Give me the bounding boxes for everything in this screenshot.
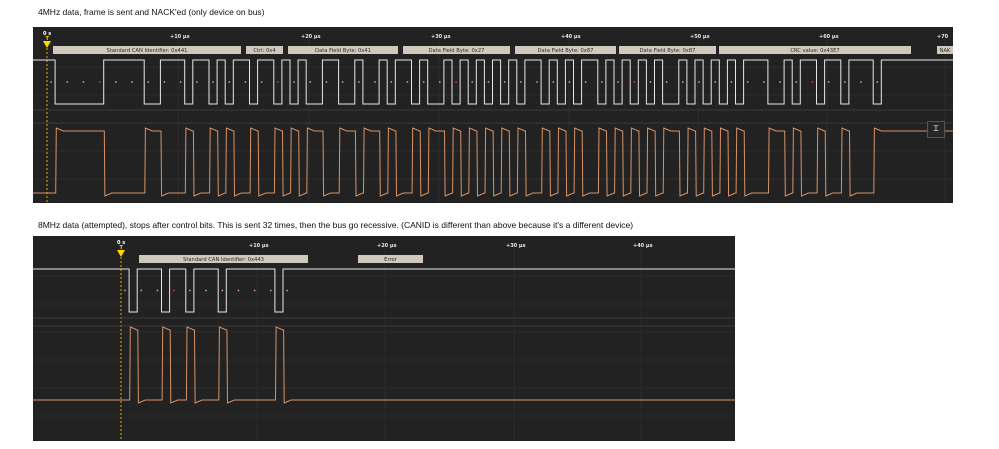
sample-point (795, 81, 798, 83)
trigger-label: T (46, 36, 50, 42)
sample-point (114, 81, 117, 83)
sample-point (584, 81, 587, 83)
sample-point (188, 289, 191, 292)
time-tick-label: +30 µs (431, 34, 451, 40)
sample-point (357, 81, 360, 83)
sample-point (422, 81, 425, 83)
sample-point (503, 81, 506, 83)
time-tick-label: +20 µs (301, 34, 321, 40)
sample-point (617, 81, 619, 83)
time-tick-label: +50 µs (690, 34, 710, 40)
sample-point (228, 81, 231, 83)
scope-capture-8mhz[interactable]: 0 s +10 µs +20 µs +30 µs +40 µs T Standard CAN… (33, 236, 735, 441)
protocol-annotation-label: Data Field Byte: 0x41 (315, 48, 371, 54)
caption-4mhz: 4MHz data, frame is sent and NACK'ed (on… (38, 7, 265, 17)
trigger-marker-icon (117, 250, 125, 257)
sample-point (244, 81, 247, 83)
sample-point (698, 81, 700, 83)
sample-point (827, 81, 830, 83)
sample-point (212, 81, 214, 83)
sample-point (876, 81, 879, 83)
sample-point (66, 81, 69, 83)
sample-point (163, 81, 166, 83)
time-tick-label: +10 µs (249, 243, 269, 249)
sample-point (471, 81, 474, 83)
cursor-tool-icon[interactable]: ⌶ (927, 121, 945, 138)
protocol-annotation-label: Standard CAN Identifier: 0x443 (183, 257, 264, 263)
sample-point (98, 81, 101, 83)
sample-point (714, 81, 717, 83)
time-tick-label: +40 µs (633, 243, 653, 249)
sample-point (730, 81, 733, 83)
sample-point (276, 81, 279, 83)
sample-point (269, 289, 272, 292)
sample-point (341, 81, 344, 83)
sample-point (860, 81, 862, 83)
sample-point (762, 81, 765, 83)
sample-point (131, 81, 133, 83)
scope-capture-4mhz[interactable]: 0 s +10 µs +20 µs +30 µs +40 µs +50 µs +60 µs +… (33, 27, 953, 203)
sample-point (455, 81, 457, 83)
sample-point (221, 289, 224, 292)
sample-point (519, 81, 522, 83)
protocol-annotation-label: Data Field Byte: 0x87 (538, 48, 594, 54)
protocol-annotation-label: Data Field Byte: 0x27 (429, 48, 485, 54)
sample-point (253, 289, 256, 292)
caption-8mhz: 8MHz data (attempted), stops after contr… (38, 220, 634, 230)
protocol-annotation-label: Data Field Byte: 0x87 (640, 48, 696, 54)
sample-point (600, 81, 603, 83)
protocol-annotation-label: Error (384, 257, 398, 263)
sample-point (50, 81, 52, 83)
sample-point (147, 81, 150, 83)
sample-point (82, 81, 85, 83)
trigger-marker-icon (43, 41, 51, 48)
time-tick-label: +70 (937, 34, 949, 40)
sample-point (374, 81, 376, 83)
waveform-view-4mhz[interactable]: 0 s +10 µs +20 µs +30 µs +40 µs +50 µs +60 µs +… (33, 27, 953, 203)
time-tick-label: +10 µs (170, 34, 190, 40)
sample-point (811, 81, 814, 83)
sample-point (140, 289, 143, 292)
sample-point (746, 81, 749, 83)
analog-trace (33, 127, 953, 197)
sample-point (124, 289, 126, 292)
waveform-view-8mhz[interactable]: 0 s +10 µs +20 µs +30 µs +40 µsTStandard CAN… (33, 236, 735, 441)
protocol-annotation-label: Ctrl: 0x4 (253, 48, 276, 54)
sample-point (779, 81, 781, 83)
sample-point (568, 81, 571, 83)
sample-point (325, 81, 328, 83)
sample-point (552, 81, 555, 83)
sample-point (681, 81, 684, 83)
protocol-annotation-label: NAK (940, 48, 951, 54)
time-tick-label: +60 µs (819, 34, 839, 40)
sample-point (536, 81, 538, 83)
sample-point (665, 81, 668, 83)
sample-point (286, 289, 288, 292)
sample-point (195, 81, 198, 83)
sample-point (309, 81, 312, 83)
protocol-annotation-label: Standard CAN Identifier: 0x441 (107, 48, 188, 54)
sample-point (205, 289, 207, 292)
sample-point (438, 81, 441, 83)
time-tick-label: +20 µs (377, 243, 397, 249)
sample-point (487, 81, 490, 83)
sample-point (843, 81, 846, 83)
sample-point (172, 289, 175, 292)
trigger-label: T (120, 245, 124, 251)
sample-point (390, 81, 393, 83)
time-tick-label: +40 µs (561, 34, 581, 40)
sample-point (179, 81, 182, 83)
digital-trace (33, 268, 735, 313)
sample-point (293, 81, 295, 83)
sample-point (260, 81, 263, 83)
time-tick-label: +30 µs (506, 243, 526, 249)
analog-trace (33, 326, 735, 404)
sample-point (237, 289, 240, 292)
sample-point (649, 81, 652, 83)
sample-point (406, 81, 409, 83)
sample-point (156, 289, 159, 292)
protocol-annotation-label: CRC value: 0x43E7 (790, 48, 839, 54)
sample-point (633, 81, 636, 83)
